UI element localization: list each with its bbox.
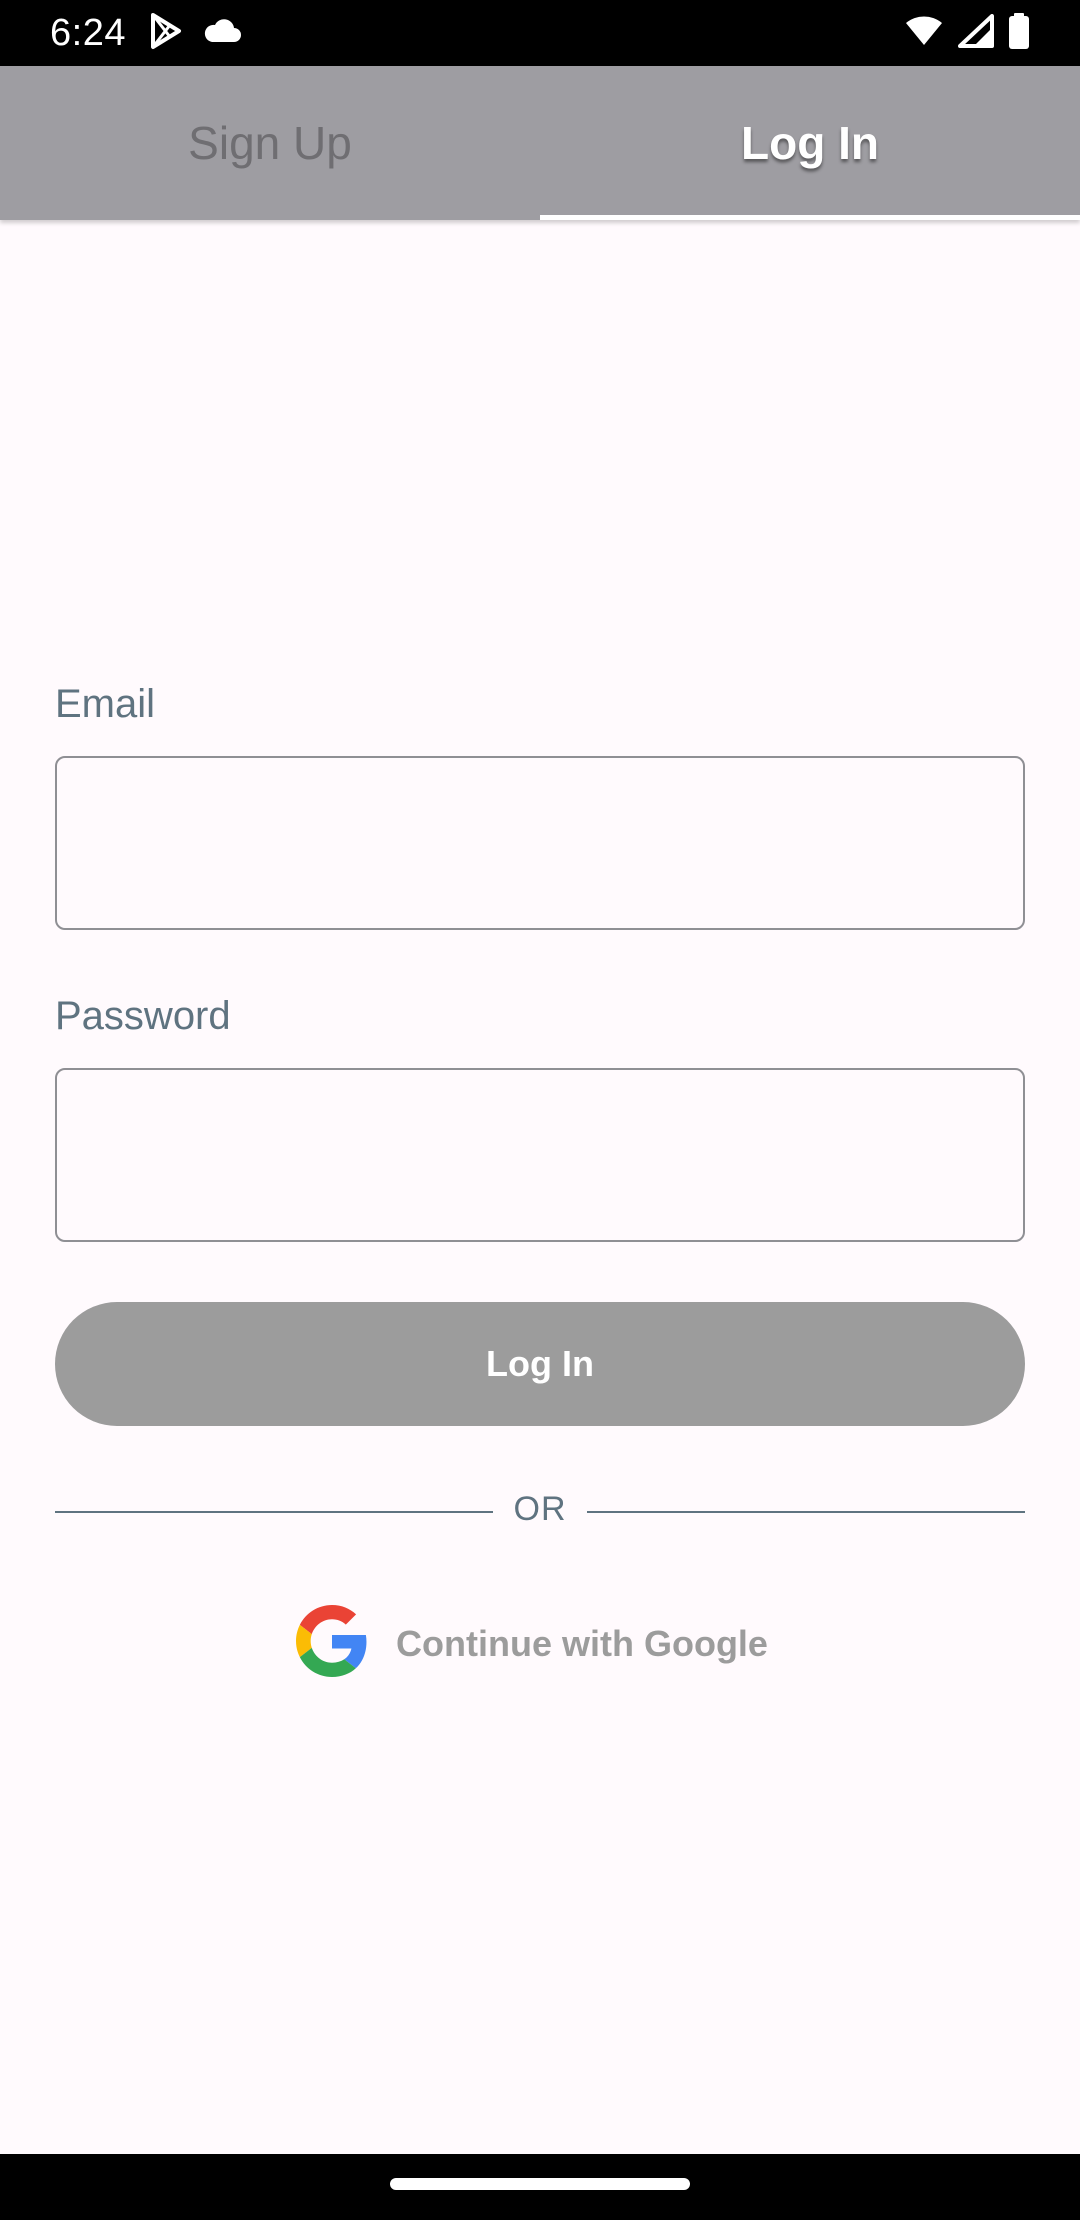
divider-line-right	[587, 1511, 1025, 1513]
continue-with-google-button[interactable]: Continue with Google	[296, 1605, 768, 1682]
divider-line-left	[55, 1511, 493, 1513]
auth-tab-bar: Sign Up Log In	[0, 66, 1080, 220]
tab-sign-up[interactable]: Sign Up	[0, 66, 540, 220]
tab-sign-up-label: Sign Up	[188, 117, 352, 169]
email-label: Email	[55, 682, 156, 726]
tab-log-in-label: Log In	[741, 117, 879, 169]
password-label: Password	[55, 994, 231, 1038]
or-divider-text: OR	[513, 1490, 567, 1528]
status-right-icons	[904, 12, 1030, 54]
tab-indicator	[540, 215, 1080, 220]
status-left-icons	[148, 12, 242, 55]
log-in-button[interactable]: Log In	[55, 1302, 1025, 1426]
password-field[interactable]	[55, 1068, 1025, 1242]
email-field[interactable]	[55, 756, 1025, 930]
signal-icon	[958, 13, 994, 53]
battery-icon	[1008, 12, 1030, 54]
navigation-bar	[0, 2154, 1080, 2220]
continue-with-google-label: Continue with Google	[396, 1622, 768, 1664]
play-store-icon	[148, 12, 184, 55]
log-in-button-label: Log In	[486, 1343, 594, 1384]
home-gesture-handle[interactable]	[390, 2178, 690, 2190]
status-bar: 6:24	[0, 0, 1080, 66]
google-logo-icon	[296, 1605, 368, 1682]
wifi-icon	[904, 15, 944, 52]
cloud-icon	[202, 18, 242, 49]
tab-log-in[interactable]: Log In	[540, 66, 1080, 220]
status-time: 6:24	[50, 11, 126, 54]
